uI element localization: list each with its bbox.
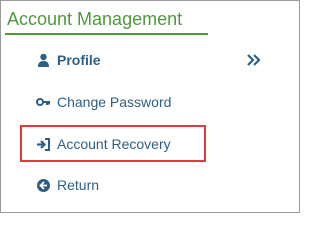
user-icon xyxy=(36,53,51,68)
key-icon xyxy=(36,95,51,110)
menu-item-profile[interactable]: Profile xyxy=(36,48,101,72)
sign-in-icon xyxy=(36,137,51,152)
menu-item-label: Change Password xyxy=(57,94,172,110)
menu-item-account-recovery[interactable]: Account Recovery xyxy=(36,132,171,156)
double-chevron-right-icon[interactable] xyxy=(247,53,261,67)
menu-item-label: Profile xyxy=(57,52,101,68)
account-management-panel: Account Management Profile Change Passwo… xyxy=(0,0,300,213)
menu-item-return[interactable]: Return xyxy=(36,173,99,197)
menu-item-label: Account Recovery xyxy=(57,136,171,152)
menu-item-change-password[interactable]: Change Password xyxy=(36,90,171,114)
panel-title: Account Management xyxy=(7,9,183,29)
menu-item-label: Return xyxy=(57,177,100,193)
panel-heading: Account Management xyxy=(5,3,208,35)
arrow-left-circle-icon xyxy=(36,178,51,193)
